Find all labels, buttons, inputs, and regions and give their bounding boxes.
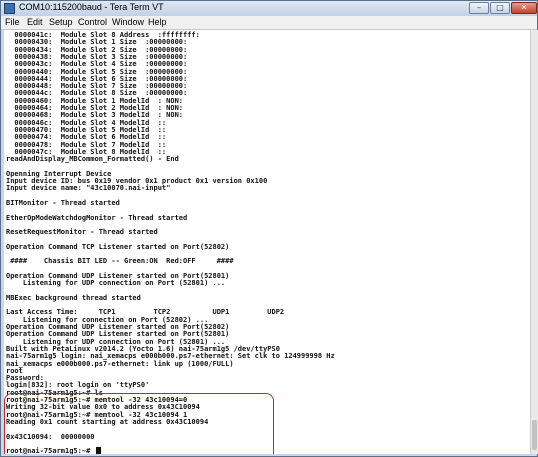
terminal-screen[interactable]: 0000041c: Module Slot 8 Address :fffffff… [4,30,530,454]
menu-control[interactable]: Control [78,17,107,27]
command-highlight-box [4,393,274,454]
terminal-line: #### Chassis BIT LED -- Green:ON Red:OFF… [6,257,234,266]
menu-help[interactable]: Help [148,17,167,27]
minimize-button[interactable]: – [469,2,489,14]
menu-file[interactable]: File [5,17,20,27]
tera-term-window: COM10:115200baud - Tera Term VT – □ ✕ Fi… [0,0,538,457]
terminal-line: Operation Command TCP Listener started o… [6,242,230,251]
terminal-line: BITMonitor - Thread started [6,198,120,207]
maximize-button[interactable]: □ [490,2,510,14]
menu-window[interactable]: Window [112,17,144,27]
scrollbar-thumb[interactable] [532,420,537,450]
terminal-line: ResetRequestMonitor - Thread started [6,228,158,237]
window-title: COM10:115200baud - Tera Term VT [19,2,164,12]
menu-setup[interactable]: Setup [49,17,73,27]
terminal-line: nai_xemacps e000b000.ps7-ethernet: link … [6,359,234,368]
tera-term-icon[interactable] [4,3,15,14]
vertical-scrollbar[interactable] [530,30,538,454]
terminal-line: MBExec background thread started [6,293,141,302]
terminal-line: readAndDisplay_MBCommon_Formatted() - En… [6,155,179,164]
menu-edit[interactable]: Edit [27,17,43,27]
terminal-line: Input device name: "43c10070.nai-input" [6,184,171,193]
title-bar[interactable]: COM10:115200baud - Tera Term VT – □ ✕ [1,1,537,16]
close-button[interactable]: ✕ [511,2,537,14]
terminal-line: Listening for UDP connection on Port (52… [6,279,226,288]
terminal-line: EtherOpModeWatchdogMonitor - Thread star… [6,213,188,222]
menu-bar: File Edit Setup Control Window Help [1,16,537,30]
